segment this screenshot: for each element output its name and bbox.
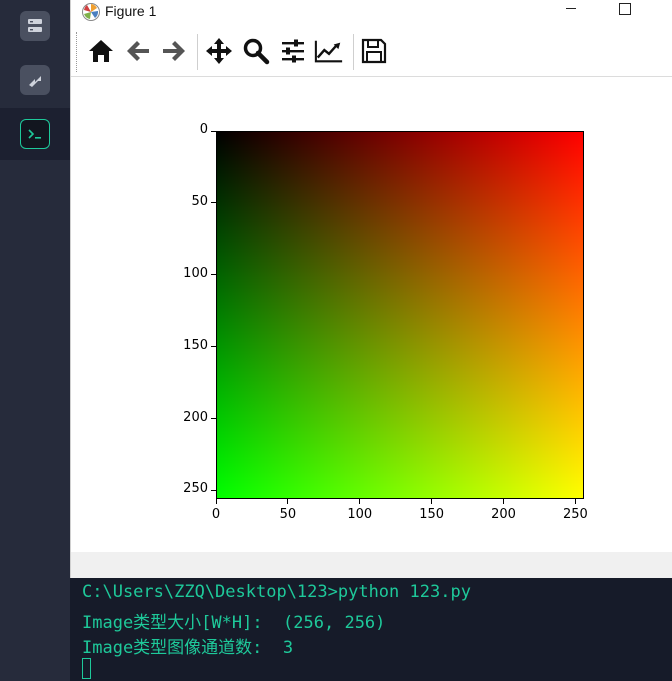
pan-button[interactable]: [204, 36, 234, 66]
x-tick-mark: [574, 499, 576, 504]
minimize-icon: [566, 8, 576, 9]
y-tick-mark: [211, 418, 216, 419]
x-tick-label: 200: [491, 507, 516, 522]
toolbar-separator: [353, 34, 354, 70]
x-tick-mark: [215, 499, 217, 504]
terminal-cursor: [82, 658, 91, 679]
y-tick-mark: [211, 489, 216, 491]
x-tick-label: 100: [347, 507, 373, 522]
title-bar: Figure 1: [71, 0, 672, 24]
toolbar-separator: [197, 34, 198, 70]
x-tick-label: 0: [211, 507, 221, 522]
terminal-line-command: C:\Users\ZZQ\Desktop\123>python 123.py: [82, 582, 471, 602]
y-tick-label: 50: [191, 193, 208, 209]
zoom-button[interactable]: [241, 36, 271, 66]
x-tick-label: 50: [279, 507, 297, 522]
window-title: Figure 1: [105, 3, 157, 19]
sidebar-item-database[interactable]: [0, 0, 70, 52]
terminal-icon: [20, 119, 50, 149]
x-tick-mark: [287, 499, 289, 504]
back-button[interactable]: [123, 36, 153, 66]
subplots-config-button[interactable]: [278, 36, 308, 66]
matplotlib-logo-icon: [82, 3, 100, 21]
y-tick-label: 100: [183, 265, 208, 281]
green-gradient-layer: [217, 132, 583, 498]
y-tick-mark: [211, 202, 216, 204]
y-tick-mark: [211, 274, 216, 276]
toolbar-grip: [76, 32, 81, 72]
pan-icon: [206, 38, 232, 64]
back-arrow-icon: [127, 41, 149, 61]
home-icon: [89, 40, 113, 62]
terminal-line-size: Image类型大小[W*H]: (256, 256): [82, 613, 386, 633]
forward-button[interactable]: [159, 36, 189, 66]
toolbar: [71, 26, 672, 77]
subplots-config-icon: [282, 39, 304, 63]
forward-arrow-icon: [163, 41, 185, 61]
y-tick-label: 250: [183, 481, 208, 497]
zoom-icon: [243, 38, 270, 65]
status-bar: [71, 552, 672, 578]
maximize-button[interactable]: [611, 3, 639, 23]
y-tick-mark: [211, 346, 216, 348]
share-icon: [20, 65, 50, 95]
terminal-panel[interactable]: C:\Users\ZZQ\Desktop\123>python 123.py I…: [70, 578, 672, 681]
x-tick-label: 250: [562, 507, 588, 522]
database-icon: [20, 11, 50, 41]
y-tick-label: 0: [199, 122, 208, 137]
edit-axis-icon: [314, 40, 343, 63]
save-icon: [361, 38, 387, 64]
home-button[interactable]: [86, 36, 116, 66]
y-tick-label: 200: [183, 409, 208, 425]
y-tick-label: 150: [183, 337, 208, 353]
x-tick-mark: [503, 499, 504, 504]
y-tick-mark: [211, 130, 216, 132]
figure-window: Figure 1 0 50 100 150 200 250 0 50 100 1…: [70, 0, 672, 578]
minimize-button[interactable]: [557, 0, 585, 22]
sidebar-item-terminal[interactable]: [0, 108, 70, 160]
edit-axis-button[interactable]: [314, 36, 344, 66]
sidebar: [0, 0, 70, 681]
x-tick-label: 150: [419, 507, 445, 522]
figure-canvas[interactable]: 0 50 100 150 200 250 0 50 100 150 200 250: [71, 77, 672, 552]
image-axes: [216, 131, 584, 499]
sidebar-item-share[interactable]: [0, 54, 70, 106]
x-tick-mark: [431, 499, 433, 504]
terminal-line-channels: Image类型图像通道数: 3: [82, 638, 294, 658]
maximize-icon: [619, 3, 631, 15]
x-tick-mark: [359, 499, 361, 504]
save-button[interactable]: [359, 36, 389, 66]
